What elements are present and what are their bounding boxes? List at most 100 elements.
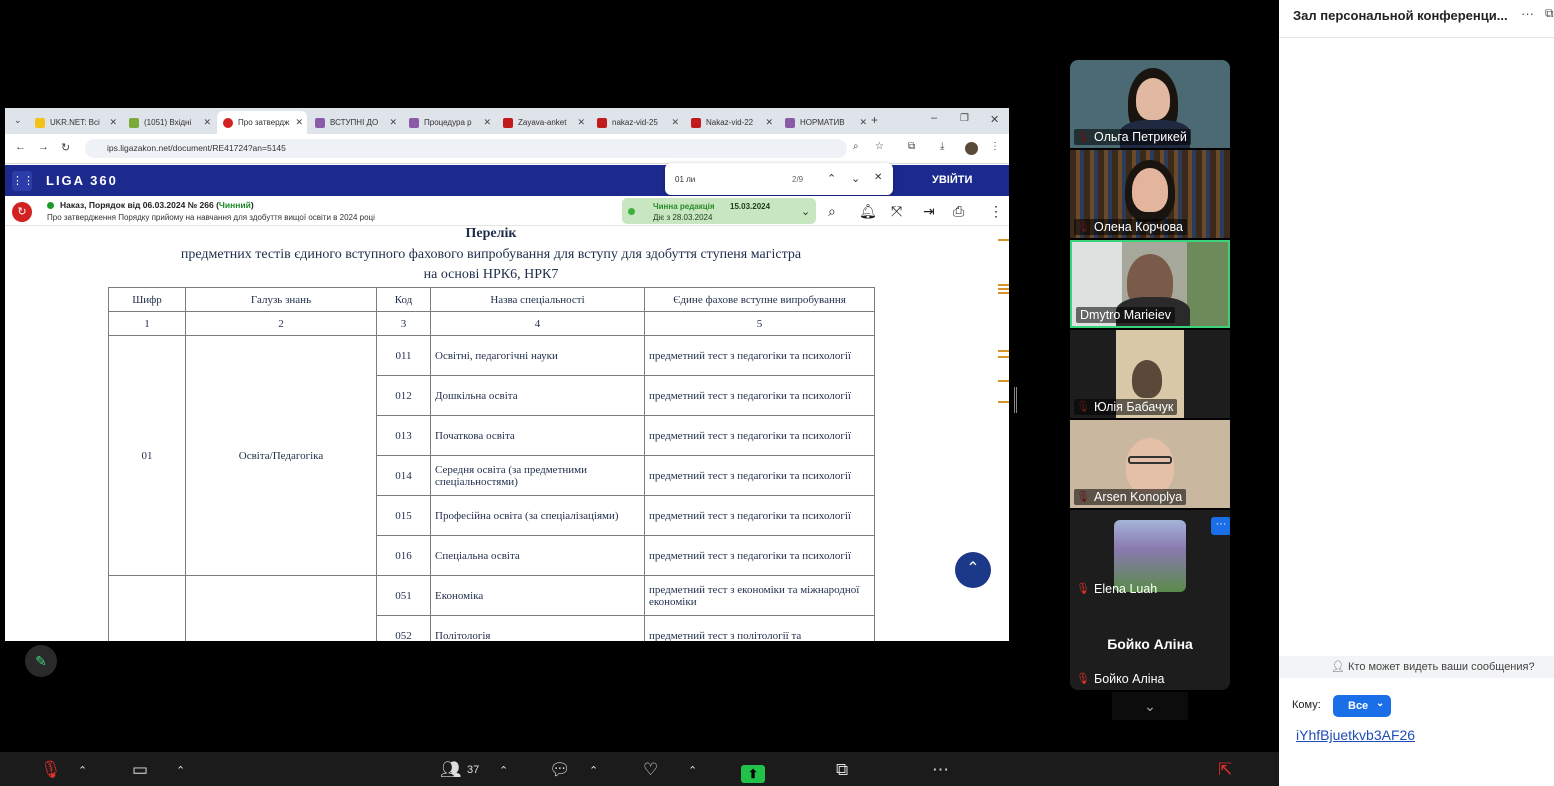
- restore-icon[interactable]: ❐: [960, 113, 969, 124]
- scroll-to-top-button[interactable]: ⌃: [955, 552, 991, 588]
- browser-tab[interactable]: Nakaz-vid-22 ✕: [685, 111, 777, 134]
- table-cell: Економіка: [430, 575, 645, 616]
- more-vertical-icon[interactable]: ⋮: [989, 203, 1003, 220]
- find-input[interactable]: 01 ли: [675, 175, 695, 184]
- chevron-up-icon[interactable]: ⌃: [499, 764, 508, 777]
- forward-icon[interactable]: →: [38, 141, 49, 153]
- privacy-bar[interactable]: 👤︎ Кто может видеть ваши сообщения?: [1279, 656, 1554, 678]
- close-icon[interactable]: ✕: [295, 117, 303, 128]
- share-screen-icon[interactable]: ⬆: [741, 765, 765, 783]
- chevron-up-icon[interactable]: ⌃: [176, 764, 185, 777]
- browser-tab[interactable]: Zayava-anket ✕: [497, 111, 589, 134]
- apps-grid-icon[interactable]: ⋮⋮: [12, 171, 34, 191]
- browser-tab[interactable]: ВСТУПНІ ДО ✕: [309, 111, 401, 134]
- participant-tile[interactable]: 🎙︎Ольга Петрикей: [1070, 60, 1230, 148]
- extensions-icon[interactable]: ⧉: [908, 141, 915, 152]
- table-cell: 012: [376, 375, 431, 416]
- chevron-up-icon[interactable]: ⌃: [589, 764, 598, 777]
- search-icon[interactable]: ⌕: [828, 203, 836, 220]
- video-feed: [1136, 78, 1170, 120]
- table-cell: Дошкільна освіта: [430, 375, 645, 416]
- browser-tab[interactable]: nakaz-vid-25 ✕: [591, 111, 683, 134]
- participant-tile-active-speaker[interactable]: Dmytro Marieiev: [1070, 240, 1230, 328]
- share-icon[interactable]: ⇥: [923, 203, 935, 220]
- new-tab-icon[interactable]: +: [871, 113, 878, 127]
- chat-message-input[interactable]: iYhfBjuetkvb3AF26: [1296, 727, 1415, 743]
- more-options-icon[interactable]: ···: [1211, 517, 1230, 535]
- leave-meeting-icon[interactable]: ⇱: [1218, 760, 1232, 780]
- tab-label: UKR.NET: Всі: [50, 118, 100, 127]
- close-icon[interactable]: ✕: [671, 117, 679, 128]
- close-icon[interactable]: ✕: [859, 117, 867, 128]
- reload-icon[interactable]: ↻: [61, 141, 70, 154]
- zoom-icon[interactable]: ⌕: [853, 141, 859, 152]
- participant-tile[interactable]: 🎙︎Юлія Бабачук: [1070, 330, 1230, 418]
- find-prev-icon[interactable]: ⌃: [827, 172, 836, 185]
- table-cell: предметний тест з педагогіки та психолог…: [644, 535, 875, 576]
- download-icon[interactable]: ⤓: [940, 141, 944, 152]
- browser-tab[interactable]: НОРМАТИВ ✕: [779, 111, 871, 134]
- tab-list-icon[interactable]: ⌄: [14, 115, 22, 126]
- annotate-pencil-icon[interactable]: ✎: [25, 645, 57, 677]
- close-icon[interactable]: ✕: [765, 117, 773, 128]
- tab-favicon-icon: [597, 117, 607, 128]
- tab-favicon-icon: [315, 117, 325, 128]
- chevron-up-icon[interactable]: ⌃: [78, 764, 87, 777]
- table-cell: 5: [644, 311, 875, 336]
- close-icon[interactable]: ✕: [389, 117, 397, 128]
- expand-icon[interactable]: ⤧: [891, 203, 902, 220]
- find-close-icon[interactable]: ✕: [874, 172, 882, 183]
- reactions-heart-icon[interactable]: ♡: [643, 760, 658, 780]
- video-feed: [1126, 438, 1174, 494]
- close-icon[interactable]: ✕: [203, 117, 211, 128]
- participants-count: 37: [467, 764, 480, 776]
- url-field[interactable]: ips.ligazakon.net/document/RE41724?an=51…: [85, 139, 847, 158]
- scroll-marker: [998, 284, 1009, 286]
- panel-resize-handle[interactable]: [1014, 387, 1017, 413]
- mic-muted-icon[interactable]: 🎙︎: [40, 760, 62, 780]
- video-camera-icon[interactable]: ▭: [132, 760, 148, 780]
- table-cell: 013: [376, 415, 431, 456]
- document-content: Перелік предметних тестів єдиного вступн…: [5, 226, 1009, 641]
- chevron-down-icon[interactable]: ⌄: [1112, 692, 1188, 720]
- close-icon[interactable]: ✕: [109, 117, 117, 128]
- profile-avatar[interactable]: [965, 142, 978, 155]
- window-close-icon[interactable]: ✕: [990, 113, 999, 126]
- browser-tab[interactable]: Процедура р ✕: [403, 111, 495, 134]
- browser-tab[interactable]: (1051) Вхідні ✕: [123, 111, 215, 134]
- participant-tile[interactable]: 🎙︎Олена Корчова: [1070, 150, 1230, 238]
- redaction-date: 15.03.2024: [730, 202, 771, 211]
- browser-tab-active[interactable]: Про затвердж ✕: [217, 111, 307, 134]
- menu-kebab-icon[interactable]: ⋮: [990, 141, 1000, 152]
- chevron-up-icon[interactable]: ⌃: [688, 764, 697, 777]
- bookmark-star-icon[interactable]: ☆: [875, 141, 884, 152]
- participants-icon[interactable]: 👥︎: [440, 760, 462, 780]
- back-icon[interactable]: ←: [15, 141, 26, 153]
- minimize-icon[interactable]: –: [931, 112, 937, 124]
- table-cell: 015: [376, 495, 431, 536]
- table-header: Галузь знань: [185, 287, 377, 312]
- popout-icon[interactable]: ⧉: [1545, 6, 1554, 21]
- chat-icon[interactable]: 💬︎: [549, 760, 571, 780]
- participant-tile[interactable]: 🎙︎Arsen Konoplya: [1070, 420, 1230, 508]
- apps-icon[interactable]: ⧉: [836, 760, 848, 780]
- participant-name: Dmytro Marieiev: [1076, 307, 1175, 323]
- more-horizontal-icon[interactable]: ···: [1521, 6, 1534, 21]
- notification-add-icon[interactable]: 🔔︎: [859, 203, 877, 220]
- browser-tab[interactable]: UKR.NET: Всі ✕: [29, 111, 121, 134]
- find-next-icon[interactable]: ⌄: [851, 172, 860, 185]
- table-cell: предметний тест з педагогіки та психолог…: [644, 415, 875, 456]
- table-cell: Початкова освіта: [430, 415, 645, 456]
- table-header: Назва спеціальності: [430, 287, 645, 312]
- more-options-icon[interactable]: ⋯: [932, 760, 949, 780]
- scroll-marker: [998, 292, 1009, 294]
- close-icon[interactable]: ✕: [483, 117, 491, 128]
- close-icon[interactable]: ✕: [577, 117, 585, 128]
- print-icon[interactable]: ⎙: [953, 203, 964, 220]
- login-button[interactable]: УВІЙТИ: [932, 174, 972, 186]
- participant-tile[interactable]: ··· 🎙︎ Elena Luah Бойко Аліна 🎙︎ Бойко Алі…: [1070, 510, 1230, 690]
- recipient-dropdown[interactable]: Все ⌄: [1333, 695, 1391, 717]
- redaction-selector[interactable]: Чинна редакція 15.03.2024 Діє з 28.03.20…: [622, 198, 816, 224]
- tab-label: Zayava-anket: [518, 118, 567, 127]
- liga-doc-logo-icon: ↻: [12, 202, 32, 222]
